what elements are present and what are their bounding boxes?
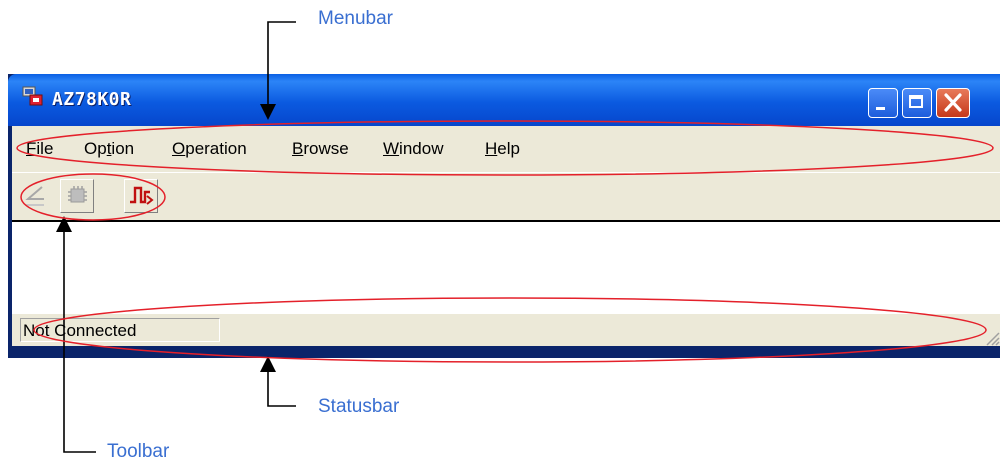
toolbar	[12, 172, 1000, 222]
maximize-button[interactable]	[902, 88, 932, 118]
client-area[interactable]	[12, 222, 1000, 314]
window-title: AZ78K0R	[52, 89, 132, 110]
title-bar[interactable]: AZ78K0R	[8, 74, 1000, 126]
app-window: AZ78K0R File Option Operation Browse Win…	[8, 74, 1000, 358]
minimize-button[interactable]	[868, 88, 898, 118]
menu-file[interactable]: File	[26, 139, 53, 159]
status-text: Not Connected	[23, 321, 137, 340]
menubar: File Option Operation Browse Window Help	[12, 126, 1000, 172]
menubar-callout-label: Menubar	[318, 8, 393, 29]
menu-window[interactable]: Window	[383, 139, 443, 159]
signal-button[interactable]	[124, 179, 158, 213]
close-button[interactable]	[936, 88, 970, 118]
menu-browse[interactable]: Browse	[292, 139, 349, 159]
statusbar: Not Connected	[12, 314, 1000, 346]
menu-option[interactable]: Option	[84, 139, 134, 159]
toolbar-callout-label: Toolbar	[107, 441, 170, 462]
menu-operation[interactable]: Operation	[172, 139, 247, 159]
resize-grip-icon[interactable]	[982, 328, 1000, 346]
app-icon[interactable]	[22, 85, 44, 107]
statusbar-callout-label: Statusbar	[318, 396, 400, 417]
status-pane: Not Connected	[20, 318, 220, 342]
statusbar-callout-line	[260, 356, 296, 407]
signal-icon	[130, 186, 154, 205]
chip-icon	[68, 186, 87, 203]
chip-button[interactable]	[60, 179, 94, 213]
menu-help[interactable]: Help	[485, 139, 520, 159]
connect-icon	[25, 186, 44, 206]
close-icon	[944, 93, 962, 112]
connect-button[interactable]	[18, 179, 52, 213]
